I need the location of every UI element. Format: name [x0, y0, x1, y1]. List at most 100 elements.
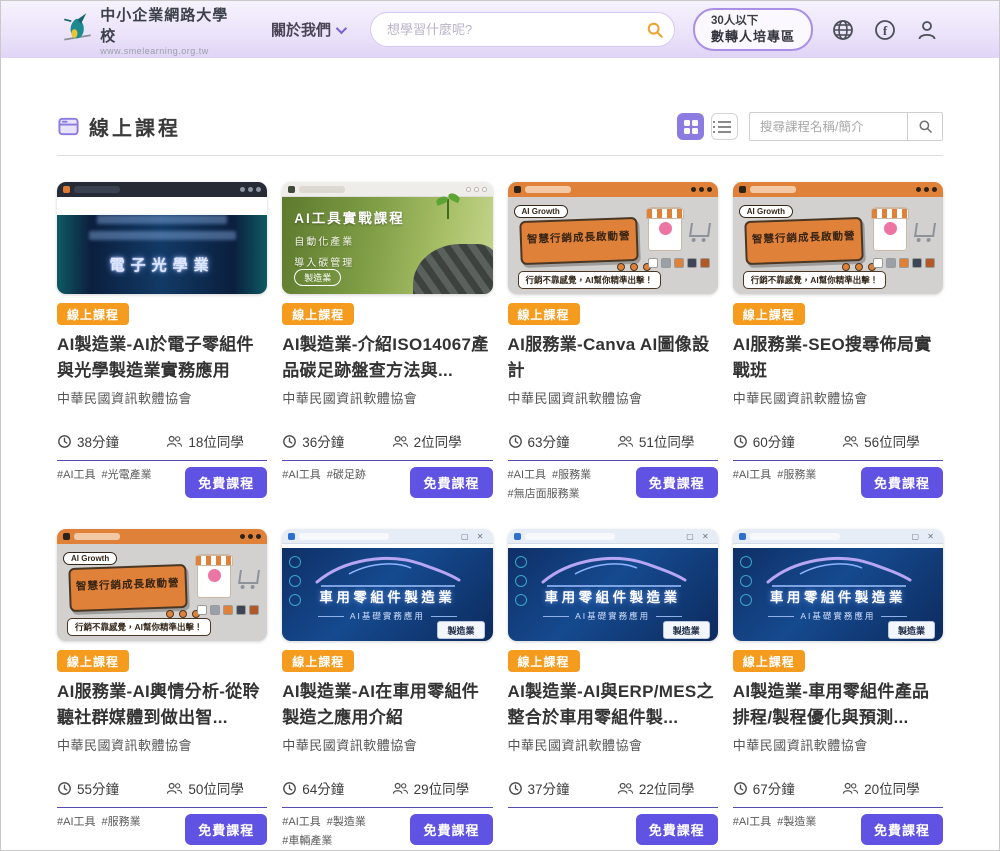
decoration-dots [166, 610, 200, 618]
globe-icon[interactable] [831, 18, 855, 42]
course-title[interactable]: AI服務業-Canva AI圖像設計 [508, 332, 718, 383]
course-meta: 38分鐘 18位同學 [57, 431, 267, 451]
students-value: 56位同學 [864, 431, 920, 451]
free-course-button[interactable]: 免費課程 [185, 467, 267, 498]
course-thumbnail[interactable]: AI Growth 智慧行銷成長啟動營 行銷不靠感覺，AI幫你精準出擊！ [508, 182, 718, 294]
course-students: 22位同學 [617, 778, 695, 798]
free-course-button[interactable]: 免費課程 [410, 814, 492, 845]
students-value: 18位同學 [188, 431, 244, 451]
course-type-badge: 線上課程 [733, 303, 805, 325]
students-icon [166, 434, 183, 448]
digital-transform-cta-button[interactable]: 30人以下 數轉人培專區 [693, 8, 813, 51]
course-title[interactable]: AI製造業-AI在車用零組件製造之應用介紹 [282, 679, 492, 730]
course-title[interactable]: AI製造業-車用零組件產品排程/製程優化與預測... [733, 679, 943, 730]
students-icon [842, 781, 859, 795]
course-title[interactable]: AI製造業-AI於電子零組件與光學製造業實務應用 [57, 332, 267, 383]
facebook-icon[interactable]: f [873, 18, 897, 42]
students-value: 22位同學 [639, 778, 695, 798]
course-title[interactable]: AI製造業-AI與ERP/MES之整合於車用零組件製... [508, 679, 718, 730]
course-title[interactable]: AI製造業-介紹ISO14067產品碳足跡盤查方法與... [282, 332, 492, 383]
page-title: 線上課程 [89, 112, 181, 141]
course-tag: #碳足跡 [327, 467, 366, 484]
thumb-bubble-label: AI Growth [739, 205, 793, 218]
students-value: 51位同學 [639, 431, 695, 451]
students-icon [842, 434, 859, 448]
thumb-title: AI工具實戰課程 [294, 207, 492, 227]
window-bar: ▢ ✕ [733, 529, 943, 544]
course-thumbnail[interactable]: AI Growth 智慧行銷成長啟動營 行銷不靠感覺，AI幫你精準出擊！ [733, 182, 943, 294]
window-controls-icon: ▢ ✕ [912, 532, 937, 541]
course-title[interactable]: AI服務業-SEO搜尋佈局實戰班 [733, 332, 943, 383]
thumb-caption: 行銷不靠感覺，AI幫你精準出擊！ [67, 618, 211, 636]
thumb-caption: 行銷不靠感覺，AI幫你精準出擊！ [743, 271, 887, 289]
thumb-badge: 製造業 [437, 621, 484, 639]
course-card[interactable]: AI Growth 智慧行銷成長啟動營 行銷不靠感覺，AI幫你精準出擊！ 線上課… [57, 529, 267, 850]
thumb-banner: 智慧行銷成長啟動營 [744, 217, 863, 265]
course-provider: 中華民國資訊軟體協會 [733, 388, 943, 407]
thumb-badge: 製造業 [294, 269, 341, 286]
nav-about-us[interactable]: 關於我們 [271, 19, 344, 40]
course-card[interactable]: AI工具實戰課程 自動化產業 導入碳管理 製造業 線上課程 AI製造業-介紹IS… [282, 182, 492, 503]
course-tag: #AI工具 [282, 814, 321, 831]
course-thumbnail[interactable]: ▢ ✕ 車用零組件製造業 AI基礎實務應用 製造業 [508, 529, 718, 641]
course-title[interactable]: AI服務業-AI輿情分析-從聆聽社群媒體到做出智... [57, 679, 267, 730]
color-swatches [873, 258, 935, 268]
thumb-badge: 製造業 [888, 621, 935, 639]
free-course-button[interactable]: 免費課程 [861, 467, 943, 498]
free-course-button[interactable]: 免費課程 [410, 467, 492, 498]
card-divider [57, 807, 267, 808]
grid-view-button[interactable] [677, 113, 704, 140]
course-card[interactable]: AI Growth 智慧行銷成長啟動營 行銷不靠感覺，AI幫你精準出擊！ 線上課… [508, 182, 718, 503]
course-provider: 中華民國資訊軟體協會 [508, 388, 718, 407]
free-course-button[interactable]: 免費課程 [185, 814, 267, 845]
course-search-input[interactable] [749, 112, 907, 141]
course-thumbnail[interactable]: AI Growth 智慧行銷成長啟動營 行銷不靠感覺，AI幫你精準出擊！ [57, 529, 267, 641]
course-provider: 中華民國資訊軟體協會 [282, 388, 492, 407]
course-meta: 37分鐘 22位同學 [508, 778, 718, 798]
course-card[interactable]: ▢ ✕ 車用零組件製造業 AI基礎實務應用 製造業 線上課程 AI製造業-AI在… [282, 529, 492, 850]
course-card[interactable]: AI Growth 智慧行銷成長啟動營 行銷不靠感覺，AI幫你精準出擊！ 線上課… [733, 182, 943, 503]
thumb-title: 電子光學業 [57, 254, 267, 275]
free-course-button[interactable]: 免費課程 [861, 814, 943, 845]
course-card[interactable]: ▢ ✕ 車用零組件製造業 AI基礎實務應用 製造業 線上課程 AI製造業-AI與… [508, 529, 718, 850]
free-course-button[interactable]: 免費課程 [636, 467, 718, 498]
students-value: 29位同學 [414, 778, 470, 798]
cta-line1: 30人以下 [711, 14, 795, 28]
free-course-button[interactable]: 免費課程 [636, 814, 718, 845]
duration-value: 36分鐘 [302, 431, 344, 451]
course-search-button[interactable] [907, 112, 943, 141]
course-card[interactable]: 電子光學業 線上課程 AI製造業-AI於電子零組件與光學製造業實務應用 中華民國… [57, 182, 267, 503]
course-tag: #車輛產業 [282, 833, 332, 850]
course-thumbnail[interactable]: 電子光學業 [57, 182, 267, 294]
course-type-badge: 線上課程 [508, 303, 580, 325]
window-bar: ▢ ✕ [508, 529, 718, 544]
card-divider [57, 460, 267, 461]
course-provider: 中華民國資訊軟體協會 [57, 735, 267, 754]
students-icon [392, 434, 409, 448]
thumb-banner: 智慧行銷成長啟動營 [68, 564, 187, 612]
header-search-input[interactable] [387, 22, 646, 37]
course-search [749, 112, 943, 141]
course-meta: 64分鐘 29位同學 [282, 778, 492, 798]
course-type-badge: 線上課程 [57, 650, 129, 672]
thumb-title: 車用零組件製造業 [508, 586, 718, 606]
decoration-dots [617, 263, 651, 271]
course-meta: 60分鐘 56位同學 [733, 431, 943, 451]
course-tags: #AI工具#服務業 [733, 467, 817, 484]
course-thumbnail[interactable]: ▢ ✕ 車用零組件製造業 AI基礎實務應用 製造業 [282, 529, 492, 641]
user-icon[interactable] [915, 18, 939, 42]
color-swatches [648, 258, 710, 268]
course-thumbnail[interactable]: AI工具實戰課程 自動化產業 導入碳管理 製造業 [282, 182, 492, 294]
site-logo[interactable]: 中小企業網路大學校 www.smelearning.org.tw [59, 4, 241, 56]
course-card[interactable]: ▢ ✕ 車用零組件製造業 AI基礎實務應用 製造業 線上課程 AI製造業-車用零… [733, 529, 943, 850]
list-view-button[interactable] [711, 113, 738, 140]
card-divider [282, 807, 492, 808]
course-provider: 中華民國資訊軟體協會 [508, 735, 718, 754]
duration-value: 38分鐘 [77, 431, 119, 451]
course-thumbnail[interactable]: ▢ ✕ 車用零組件製造業 AI基礎實務應用 製造業 [733, 529, 943, 641]
duration-value: 64分鐘 [302, 778, 344, 798]
card-divider [733, 807, 943, 808]
search-icon[interactable] [646, 21, 664, 39]
course-duration: 67分鐘 [733, 778, 842, 798]
thumb-bubble-label: AI Growth [63, 552, 117, 565]
